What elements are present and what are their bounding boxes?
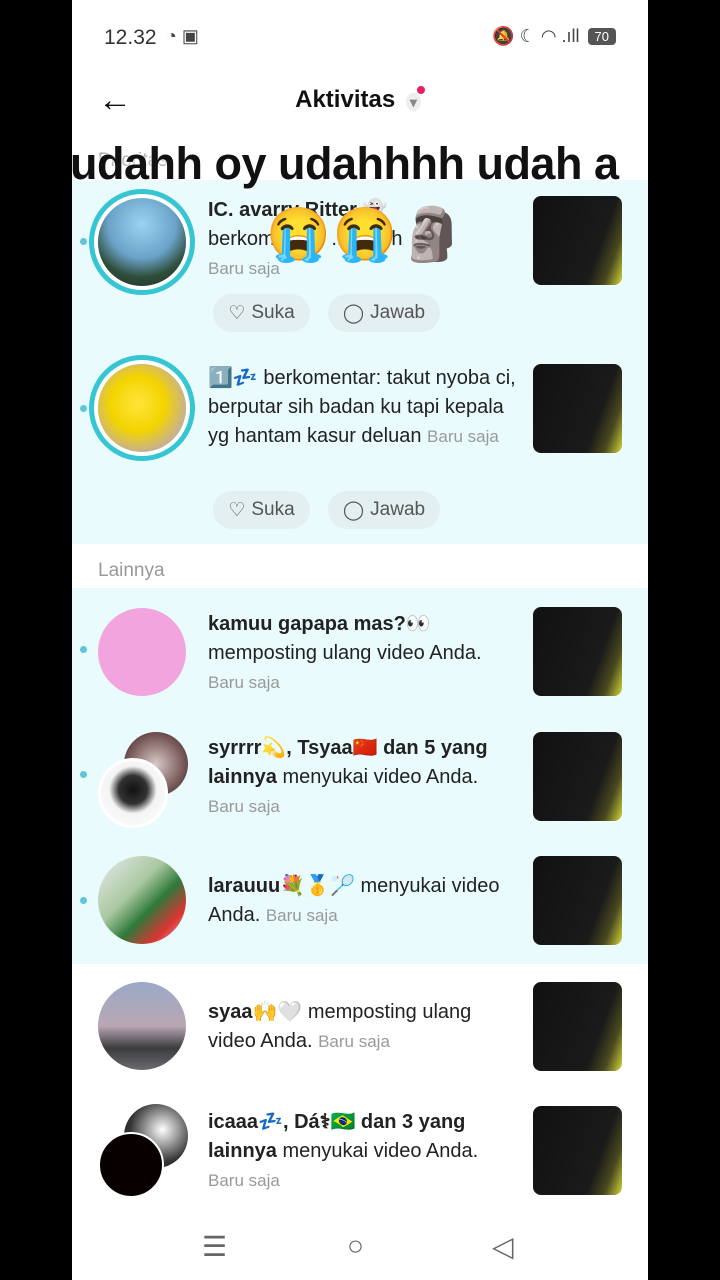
app-header: ← Aktivitas ▾ (72, 76, 648, 126)
back-icon[interactable]: ◁ (492, 1230, 514, 1263)
like-label: Suka (251, 302, 295, 323)
list-item[interactable]: 1️⃣💤 berkomentar: takut nyoba ci, berput… (72, 350, 648, 544)
video-overlay-caption: udahh oy udahhhh udah a (72, 138, 619, 189)
avatar[interactable] (98, 856, 186, 944)
avatar[interactable] (98, 758, 168, 828)
timestamp: Baru saja (208, 673, 280, 692)
notification-text: larauuu💐🥇🏸 menyukai video Anda. Baru saj… (208, 872, 518, 930)
list-item[interactable]: icaaa💤, Dá⚕🇧🇷 dan 3 yang lainnya menyuka… (72, 1094, 648, 1204)
home-icon[interactable]: ○ (347, 1230, 364, 1262)
timestamp: Baru saja (427, 427, 499, 446)
notification-text: syaa🙌🤍 memposting ulang video Anda. Baru… (208, 998, 518, 1056)
notification-action: menyukai video Anda. (282, 1140, 479, 1162)
user-name[interactable]: syaa🙌🤍 (208, 1001, 302, 1023)
video-thumbnail[interactable] (533, 732, 622, 821)
comment-icon: ◯ (342, 499, 365, 521)
phone-screen: 12.32 ◔ ▣ 🔕 ☾ ◠ .ıll 70 ← Aktivitas ▾ Pr… (72, 0, 648, 1280)
notification-text: syrrrr💫, Tsyaa🇨🇳 dan 5 yang lainnya meny… (208, 734, 518, 821)
like-button[interactable]: ♡ Suka (213, 491, 310, 529)
unread-dot (80, 771, 87, 778)
reply-button[interactable]: ◯ Jawab (328, 294, 440, 332)
avatar[interactable] (98, 198, 186, 286)
system-nav-bar: ☰ ○ ◁ (72, 1210, 648, 1280)
user-name[interactable]: kamuu gapapa mas?👀 (208, 613, 431, 635)
unread-dot (80, 897, 87, 904)
page-title: Aktivitas (295, 86, 396, 113)
video-thumbnail[interactable] (533, 1106, 622, 1195)
user-name[interactable]: 1️⃣💤 (208, 367, 258, 389)
video-thumbnail[interactable] (533, 364, 622, 453)
reply-label: Jawab (370, 499, 426, 520)
page-title-dropdown[interactable]: Aktivitas ▾ (72, 86, 648, 114)
list-item[interactable]: syrrrr💫, Tsyaa🇨🇳 dan 5 yang lainnya meny… (72, 722, 648, 832)
list-item[interactable]: kamuu gapapa mas?👀 memposting ulang vide… (72, 598, 648, 708)
notification-action: menyukai video Anda. (282, 766, 479, 788)
video-thumbnail[interactable] (533, 196, 622, 285)
menu-icon[interactable]: ☰ (202, 1230, 227, 1263)
unread-dot (80, 405, 87, 412)
list-item[interactable]: syaa🙌🤍 memposting ulang video Anda. Baru… (72, 970, 648, 1080)
video-thumbnail[interactable] (533, 982, 622, 1071)
video-thumbnail[interactable] (533, 607, 622, 696)
timestamp: Baru saja (208, 797, 280, 816)
notification-icons: ◔ ▣ (166, 26, 199, 46)
heart-icon: ♡ (228, 302, 246, 324)
new-indicator-dot (416, 86, 425, 94)
system-icons: 🔕 ☾ ◠ .ıll 70 (492, 26, 616, 47)
reply-button[interactable]: ◯ Jawab (328, 491, 440, 529)
battery-icon: 70 (587, 28, 616, 45)
comment-icon: ◯ (342, 302, 365, 324)
status-time: 12.32 (104, 26, 157, 49)
timestamp: Baru saja (208, 1171, 280, 1190)
unread-dot (80, 238, 87, 245)
avatar[interactable] (98, 982, 186, 1070)
user-name[interactable]: larauuu💐🥇🏸 (208, 875, 355, 897)
timestamp: Baru saja (318, 1032, 390, 1051)
avatar[interactable] (98, 1132, 164, 1198)
reply-label: Jawab (370, 302, 426, 323)
avatar[interactable] (98, 608, 186, 696)
chevron-down-icon: ▾ (405, 93, 421, 111)
notification-action: memposting ulang video Anda. (208, 642, 482, 664)
like-button[interactable]: ♡ Suka (213, 294, 310, 332)
notification-text: icaaa💤, Dá⚕🇧🇷 dan 3 yang lainnya menyuka… (208, 1108, 518, 1195)
heart-icon: ♡ (228, 499, 246, 521)
notification-text: 1️⃣💤 berkomentar: takut nyoba ci, berput… (208, 364, 518, 451)
notification-text: kamuu gapapa mas?👀 memposting ulang vide… (208, 610, 518, 697)
list-item[interactable]: larauuu💐🥇🏸 menyukai video Anda. Baru saj… (72, 846, 648, 956)
signal-icons: 🔕 ☾ ◠ .ıll (492, 26, 580, 46)
like-label: Suka (251, 499, 295, 520)
timestamp: Baru saja (265, 906, 338, 925)
status-bar: 12.32 ◔ ▣ 🔕 ☾ ◠ .ıll 70 (72, 0, 648, 76)
unread-dot (80, 646, 87, 653)
section-label-others: Lainnya (98, 560, 165, 581)
avatar[interactable] (98, 364, 186, 452)
overlay-emojis: 😭😭🗿 (266, 206, 467, 264)
video-thumbnail[interactable] (533, 856, 622, 945)
